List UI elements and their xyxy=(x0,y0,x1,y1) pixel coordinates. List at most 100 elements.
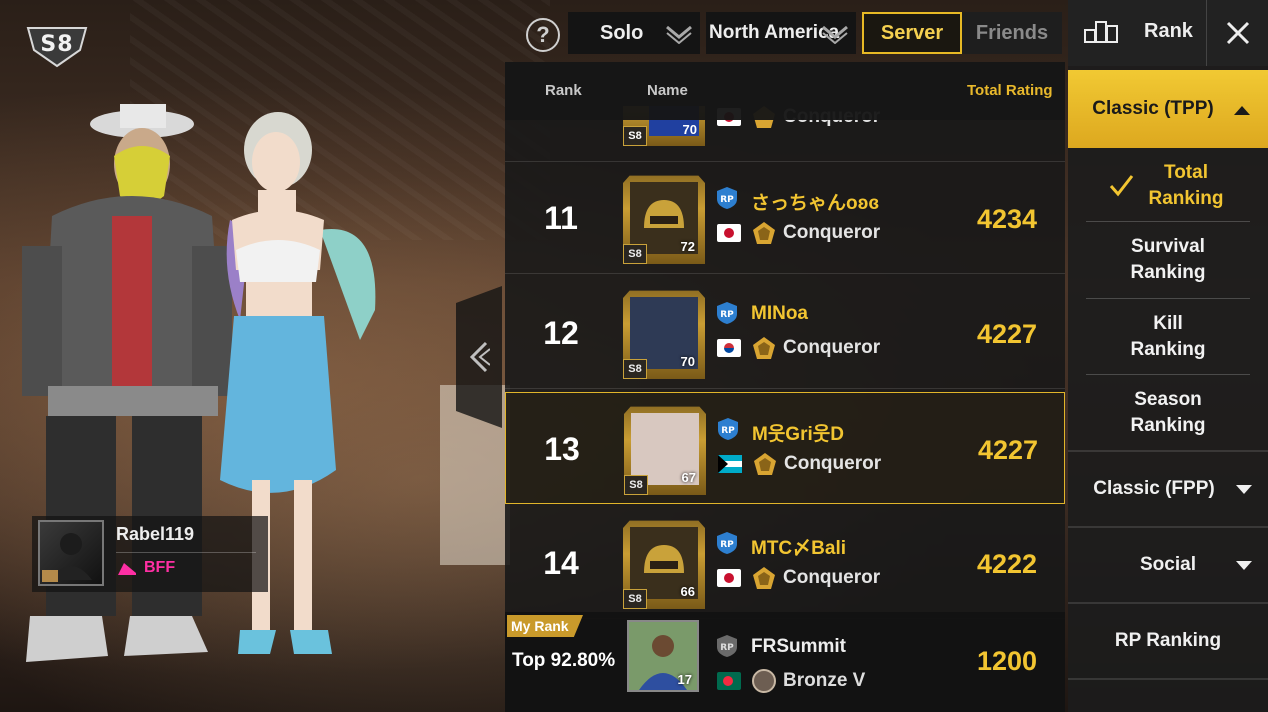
season-tag: S8 xyxy=(623,126,647,146)
row-player-name[interactable]: MTC〆Bali xyxy=(751,533,846,560)
tab-server[interactable]: Server xyxy=(862,12,962,54)
panel-header: Rank xyxy=(1068,0,1268,66)
divider xyxy=(1068,602,1268,604)
svg-text:RP: RP xyxy=(721,426,735,436)
category-rp-ranking-label: RP Ranking xyxy=(1114,630,1222,651)
svg-text:RP: RP xyxy=(720,310,734,320)
my-avatar-level: 17 xyxy=(677,672,692,687)
divider xyxy=(1086,221,1250,222)
my-rank-label: My Rank xyxy=(507,615,583,637)
conqueror-icon xyxy=(753,337,775,359)
rp-icon: RP xyxy=(717,187,737,209)
season-tag: S8 xyxy=(623,589,647,609)
season-badge: S8 xyxy=(24,20,90,68)
ranking-side-panel: Rank Classic (TPP) Total Ranking Surviva… xyxy=(1068,0,1268,712)
row-rank: 13 xyxy=(544,431,580,467)
heel-icon xyxy=(118,563,136,575)
help-icon[interactable]: ? xyxy=(526,18,560,52)
rank-icon xyxy=(1084,21,1118,43)
divider xyxy=(1086,298,1250,299)
category-classic-tpp[interactable]: Classic (TPP) xyxy=(1068,70,1268,148)
avatar-frame[interactable]: 66 S8 xyxy=(623,520,705,609)
category-social-label: Social xyxy=(1140,554,1196,575)
row-tier: Conqueror xyxy=(783,567,881,588)
player-card[interactable]: Rabel119 BFF xyxy=(32,516,268,592)
divider xyxy=(1068,678,1268,680)
avatar-level: 70 xyxy=(682,122,697,137)
close-button[interactable] xyxy=(1206,0,1268,66)
mode-dropdown-value: Solo xyxy=(600,21,644,44)
chevron-down-icon xyxy=(1236,561,1252,570)
panel-title: Rank xyxy=(1144,20,1193,42)
avatar-level: 70 xyxy=(680,354,695,369)
table-row[interactable]: 11 72 S8 RP さっちゃんoʚɞ Conqueror 4234 xyxy=(505,162,1065,274)
season-tag: S8 xyxy=(624,475,648,495)
player-avatar[interactable] xyxy=(38,520,104,586)
flag-icon xyxy=(717,672,741,690)
row-rank: 14 xyxy=(543,545,579,581)
player-relation-label: BFF xyxy=(144,559,176,576)
svg-text:RP: RP xyxy=(720,540,734,550)
season-tag: S8 xyxy=(623,359,647,379)
category-classic-fpp[interactable]: Classic (FPP) xyxy=(1068,460,1268,518)
conqueror-icon xyxy=(753,222,775,244)
sub-survival-ranking[interactable]: Survival Ranking xyxy=(1068,232,1268,288)
season-badge-label: S8 xyxy=(40,31,74,57)
sub-season-ranking[interactable]: Season Ranking xyxy=(1068,384,1268,442)
conqueror-icon xyxy=(754,453,776,475)
bronze-icon xyxy=(752,669,776,693)
row-player-name[interactable]: さっちゃんoʚɞ xyxy=(751,188,879,215)
tab-friends[interactable]: Friends xyxy=(962,12,1062,54)
close-icon xyxy=(1226,21,1249,45)
sub-season-ranking-label: Season Ranking xyxy=(1130,389,1206,436)
player-avatar-icon xyxy=(42,533,92,582)
row-player-name[interactable]: MINoa xyxy=(751,303,808,325)
table-row[interactable]: 13 67 S8 RP M웃Gri웃D Conqueror 4227 xyxy=(505,392,1065,504)
row-score: 4222 xyxy=(976,549,1038,579)
table-row[interactable]: 14 66 S8 RP MTC〆Bali Conqueror 4222 xyxy=(505,507,1065,619)
player-relation: BFF xyxy=(116,559,175,577)
row-rank: 12 xyxy=(543,315,579,351)
divider xyxy=(1086,374,1250,375)
my-rank-row[interactable]: My Rank Top 92.80% 17 RP FRSummit Bronze… xyxy=(505,612,1065,712)
header-total-rating: Total Rating xyxy=(967,82,1053,99)
sub-total-ranking-label: Total Ranking xyxy=(1148,162,1224,209)
region-dropdown[interactable]: North America xyxy=(706,12,856,54)
sub-kill-ranking-label: Kill Ranking xyxy=(1130,313,1206,360)
collapse-panel-button[interactable] xyxy=(456,286,502,428)
my-name: FRSummit xyxy=(751,636,846,657)
row-player-name[interactable]: M웃Gri웃D xyxy=(752,419,844,446)
avatar-level: 67 xyxy=(681,470,696,485)
chevron-down-icon xyxy=(1236,485,1252,494)
divider xyxy=(1068,450,1268,452)
rp-icon: RP xyxy=(717,532,737,554)
table-row[interactable]: 12 70 S8 RP MINoa Conqueror 4227 xyxy=(505,277,1065,389)
row-score: 4227 xyxy=(977,435,1039,465)
collapse-arrow-icon xyxy=(469,341,490,373)
rp-icon: RP xyxy=(717,635,737,657)
header-name: Name xyxy=(647,82,688,99)
sub-total-ranking[interactable]: Total Ranking xyxy=(1068,158,1268,214)
avatar-level: 72 xyxy=(680,239,695,254)
table-header: Rank Name Total Rating xyxy=(505,62,1065,120)
category-rp-ranking[interactable]: RP Ranking xyxy=(1068,612,1268,670)
category-social[interactable]: Social xyxy=(1068,536,1268,594)
row-score: 4227 xyxy=(976,319,1038,349)
flag-icon xyxy=(717,224,741,242)
my-tier: Bronze V xyxy=(783,670,866,691)
avatar-frame[interactable]: 70 S8 xyxy=(623,290,705,379)
chevron-down-icon xyxy=(822,25,848,44)
player-card-divider xyxy=(116,552,256,553)
avatar-frame[interactable]: 67 S8 xyxy=(624,406,706,495)
flag-icon xyxy=(718,455,742,473)
my-avatar[interactable]: 17 xyxy=(627,620,699,692)
avatar-frame[interactable]: 72 S8 xyxy=(623,175,705,264)
check-icon xyxy=(1109,175,1134,197)
mode-dropdown[interactable]: Solo xyxy=(568,12,700,54)
rp-icon: RP xyxy=(717,302,737,324)
svg-text:RP: RP xyxy=(720,195,734,205)
row-tier: Conqueror xyxy=(783,337,881,358)
rp-icon: RP xyxy=(718,418,738,440)
sub-kill-ranking[interactable]: Kill Ranking xyxy=(1068,308,1268,366)
row-score: 4234 xyxy=(976,204,1038,234)
